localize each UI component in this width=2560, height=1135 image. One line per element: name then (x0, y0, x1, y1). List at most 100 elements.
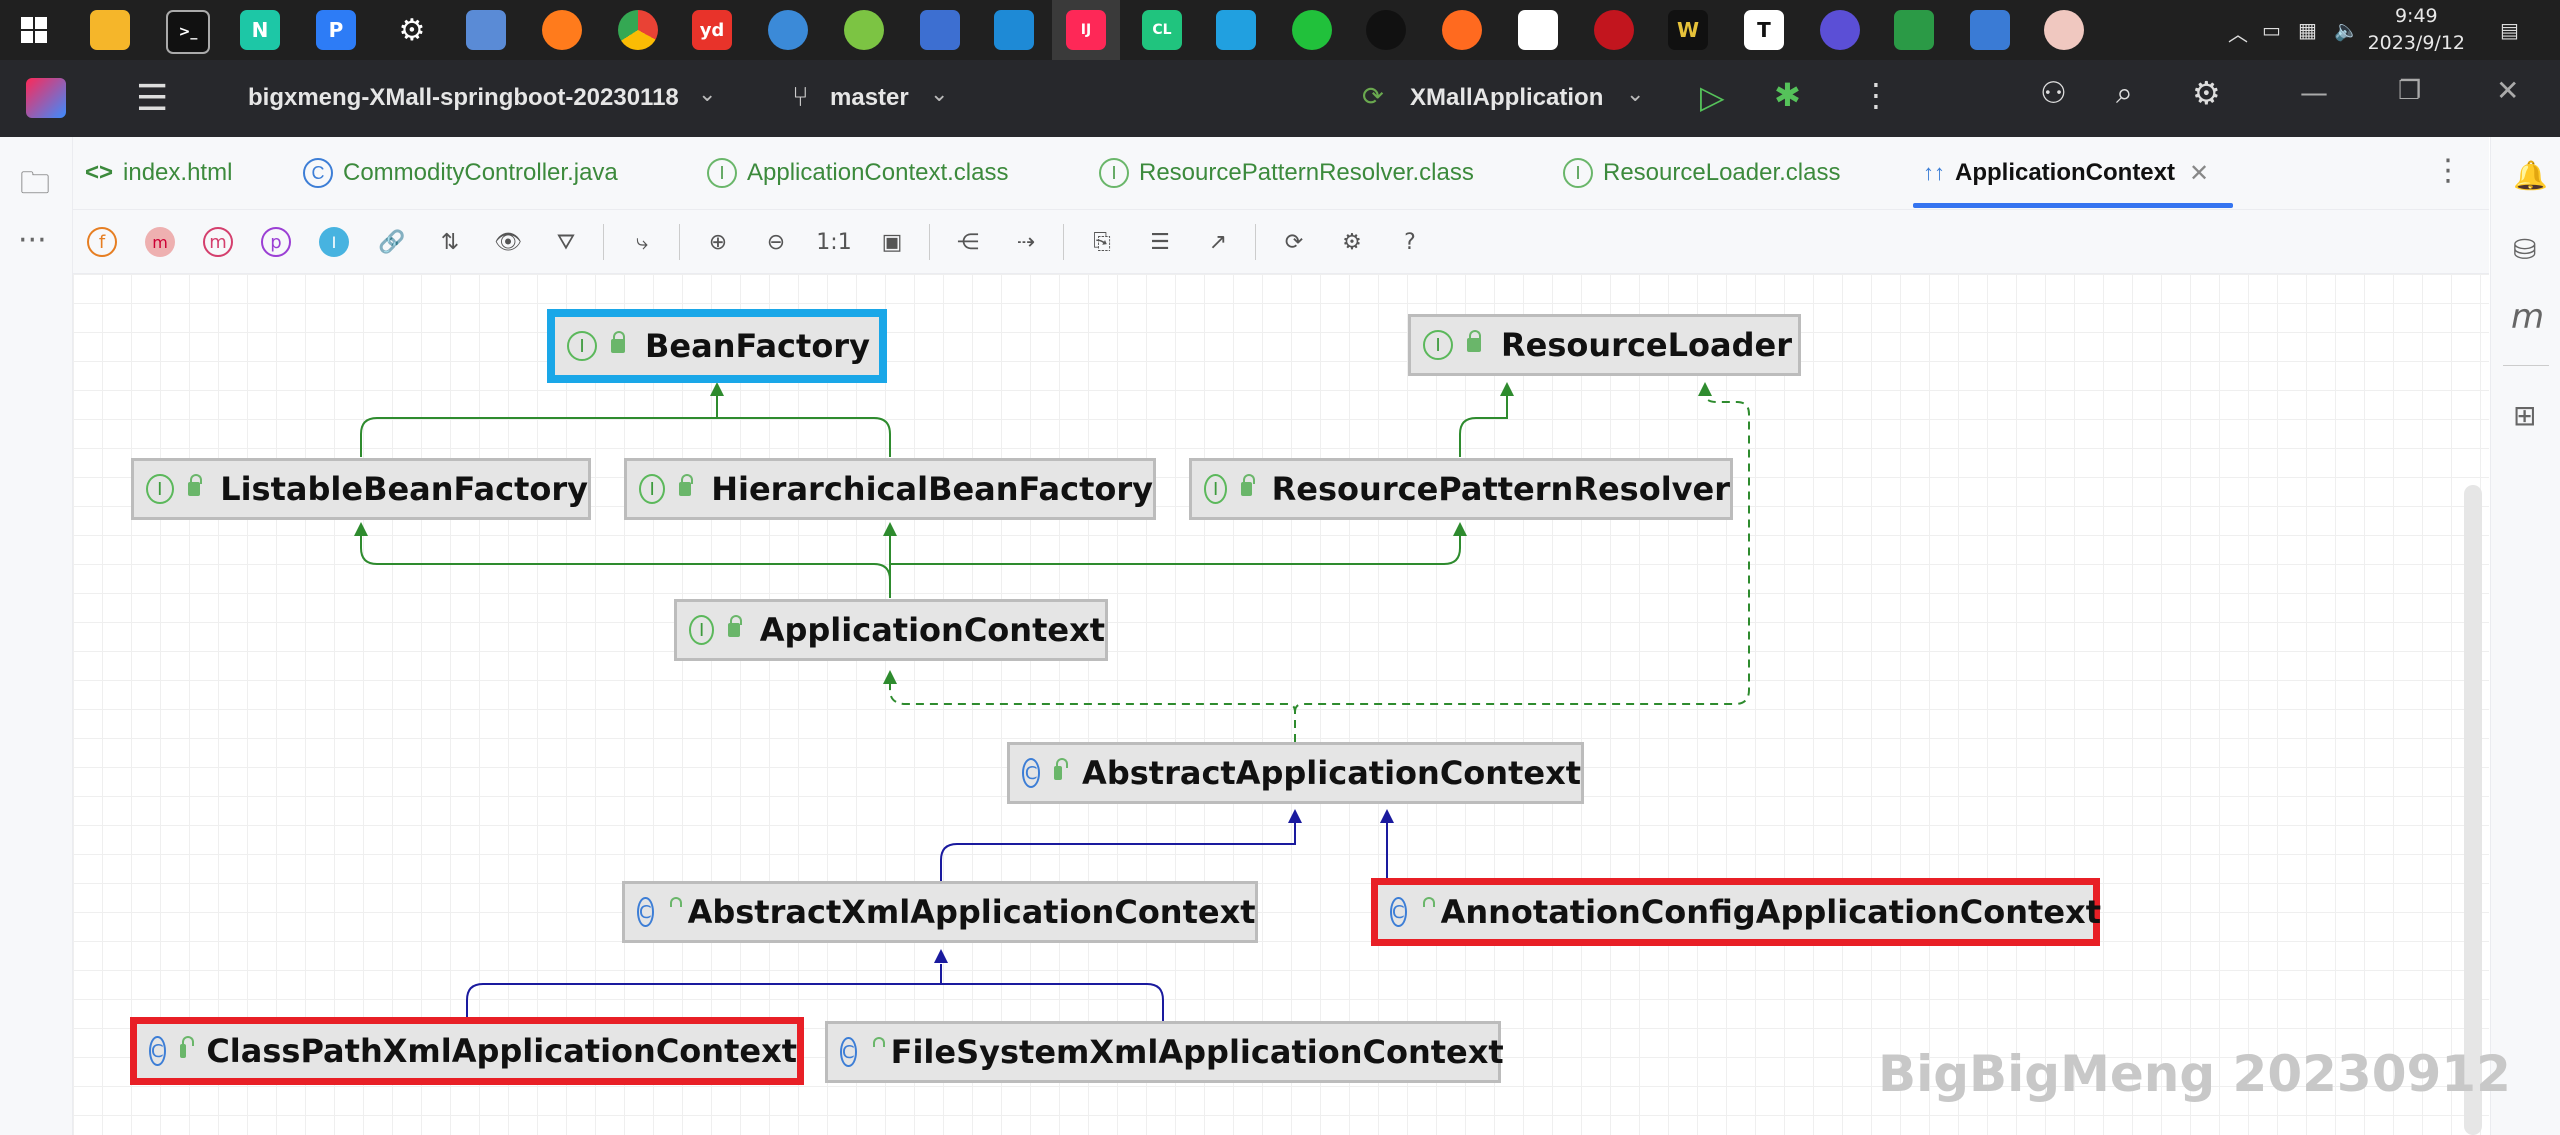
project-folder-icon[interactable]: 🗀 (20, 161, 50, 212)
tab-commodity-controller[interactable]: C CommodityController.java (303, 155, 618, 191)
volume-mute-icon[interactable]: 🔈 (2334, 18, 2359, 42)
link-icon[interactable]: 🔗 (375, 225, 409, 259)
chrome-icon[interactable] (618, 10, 658, 50)
project-name[interactable]: bigxmeng-XMall-springboot-20230118 (248, 84, 679, 112)
node-beanfactory[interactable]: I BeanFactory (547, 309, 887, 383)
run-icon[interactable]: ▷ (1700, 78, 1725, 116)
more-actions-icon[interactable]: ⋮ (1860, 76, 1892, 114)
tab-resource-pattern-resolver-class[interactable]: I ResourcePatternResolver.class (1099, 155, 1474, 191)
youdao-icon[interactable]: yd (692, 10, 732, 50)
notifications-bell-icon[interactable]: 🔔 (2513, 159, 2548, 192)
settings-gear-icon[interactable]: ⚙ (392, 10, 432, 50)
moon-app-icon[interactable] (1820, 10, 1860, 50)
methods-toggle-icon[interactable]: m (201, 225, 235, 259)
tabs-more-icon[interactable]: ⋮ (2433, 153, 2463, 188)
arrowhead-hierarchical (883, 522, 897, 536)
vertical-scrollbar[interactable] (2464, 485, 2482, 1135)
zoom-in-icon[interactable]: ⊕ (701, 225, 735, 259)
net-disk-icon[interactable] (768, 10, 808, 50)
wps-pdf-icon[interactable]: P (316, 10, 356, 50)
green-leaf-icon[interactable] (844, 10, 884, 50)
run-config-chevron-down-icon[interactable]: ⌄ (1626, 82, 1644, 107)
tab-index-html[interactable]: <> index.html (85, 155, 232, 191)
node-filesystemxmlapplicationcontext[interactable]: C FileSystemXmlApplicationContext (825, 1021, 1504, 1083)
more-tools-icon[interactable]: ··· (18, 223, 47, 258)
sort-icon[interactable]: ⇅ (433, 225, 467, 259)
diagram-settings-icon[interactable]: ⚙ (1335, 225, 1369, 259)
inner-classes-toggle-icon[interactable]: I (317, 225, 351, 259)
calculator-icon[interactable] (920, 10, 960, 50)
help-button[interactable]: ? (1393, 225, 1427, 259)
filter-icon[interactable]: ⛛ (549, 225, 583, 259)
visibility-eye-icon[interactable]: 👁 (491, 225, 525, 259)
remote-desktop-icon[interactable] (1970, 10, 2010, 50)
notification-icon[interactable]: ▤ (2500, 18, 2519, 42)
node-resourcepatternresolver[interactable]: I ResourcePatternResolver (1189, 458, 1733, 520)
node-applicationcontext[interactable]: I ApplicationContext (674, 599, 1108, 661)
file-explorer-icon[interactable] (90, 10, 130, 50)
webstorm-icon[interactable]: N (240, 10, 280, 50)
tab-application-context-diagram[interactable]: ↑↑ ApplicationContext ✕ (1923, 155, 2209, 191)
minimize-icon[interactable]: — (2300, 76, 2328, 109)
route-edges-icon[interactable]: ⤷ (625, 225, 659, 259)
diagram-canvas[interactable]: I BeanFactory I ResourceLoader I Listabl… (73, 274, 2489, 1135)
search-icon[interactable]: ⌕ (2116, 76, 2133, 111)
wechat-icon[interactable] (1292, 10, 1332, 50)
vscode-icon[interactable] (994, 10, 1034, 50)
node-resourceloader[interactable]: I ResourceLoader (1408, 314, 1801, 376)
tray-chevron-icon[interactable]: ︿ (2228, 18, 2248, 47)
zoom-out-icon[interactable]: ⊖ (759, 225, 793, 259)
avatar-app-icon[interactable] (2044, 10, 2084, 50)
node-listablebeanfactory[interactable]: I ListableBeanFactory (131, 458, 591, 520)
terminal-icon[interactable]: >_ (166, 10, 210, 54)
close-window-icon[interactable]: ✕ (2496, 74, 2519, 107)
refresh-icon[interactable]: ⟳ (1277, 225, 1311, 259)
app-icon[interactable] (1216, 10, 1256, 50)
node-hierarchicalbeanfactory[interactable]: I HierarchicalBeanFactory (624, 458, 1156, 520)
red-app-icon[interactable] (1594, 10, 1634, 50)
main-menu-icon[interactable]: ☰ (136, 78, 168, 119)
ide-settings-icon[interactable]: ⚙ (2192, 74, 2221, 112)
add-user-icon[interactable]: ⚇ (2040, 76, 2067, 111)
constructors-toggle-icon[interactable]: m (143, 225, 177, 259)
run-config-name[interactable]: XMallApplication (1410, 84, 1603, 112)
debug-icon[interactable]: ✱ (1774, 76, 1801, 114)
clion-icon[interactable]: CL (1142, 10, 1182, 50)
close-tab-icon[interactable]: ✕ (2189, 159, 2209, 188)
export-icon[interactable]: ↗ (1201, 225, 1235, 259)
structure-icon[interactable]: ⊞ (2513, 399, 2536, 432)
node-abstractapplicationcontext[interactable]: C AbstractApplicationContext (1007, 742, 1584, 804)
windows-start-icon[interactable] (14, 10, 54, 50)
project-chevron-down-icon[interactable]: ⌄ (698, 82, 716, 107)
typora-icon[interactable]: T (1744, 10, 1784, 50)
fields-toggle-icon[interactable]: f (85, 225, 119, 259)
branch-chevron-down-icon[interactable]: ⌄ (930, 82, 948, 107)
edit-app-icon[interactable] (1442, 10, 1482, 50)
restore-icon[interactable]: ❐ (2398, 76, 2421, 106)
tab-application-context-class[interactable]: I ApplicationContext.class (707, 155, 1008, 191)
node-abstractxmlapplicationcontext[interactable]: C AbstractXmlApplicationContext (622, 881, 1258, 943)
wps-writer-icon[interactable]: W (1668, 10, 1708, 50)
layout-icon[interactable]: ⋲ (951, 225, 985, 259)
arrow-right-icon[interactable]: ⇢ (1009, 225, 1043, 259)
maven-icon[interactable]: m (2511, 297, 2544, 337)
screen-app-icon[interactable] (1894, 10, 1934, 50)
align-icon[interactable]: ☰ (1143, 225, 1177, 259)
copy-icon[interactable]: ⎘ (1085, 225, 1119, 259)
firefox-icon[interactable] (542, 10, 582, 50)
battery-icon[interactable]: ▭ (2262, 18, 2281, 42)
vmware-icon[interactable] (466, 10, 506, 50)
fit-content-icon[interactable]: ▣ (875, 225, 909, 259)
network-icon[interactable]: ▦ (2298, 18, 2317, 42)
database-icon[interactable]: ⛁ (2513, 233, 2536, 266)
baidu-netdisk-icon[interactable] (1518, 10, 1558, 50)
node-classpathxmlapplicationcontext[interactable]: C ClassPathXmlApplicationContext (130, 1017, 804, 1085)
properties-toggle-icon[interactable]: p (259, 225, 293, 259)
intellij-icon[interactable]: IJ (1066, 10, 1106, 50)
tab-resource-loader-class[interactable]: I ResourceLoader.class (1563, 155, 1840, 191)
qq-icon[interactable] (1366, 10, 1406, 50)
system-clock[interactable]: 9:49 2023/9/12 (2368, 3, 2465, 57)
actual-size-button[interactable]: 1:1 (816, 225, 851, 259)
node-annotationconfigapplicationcontext[interactable]: C AnnotationConfigApplicationContext (1371, 878, 2101, 946)
branch-name[interactable]: master (830, 84, 909, 112)
